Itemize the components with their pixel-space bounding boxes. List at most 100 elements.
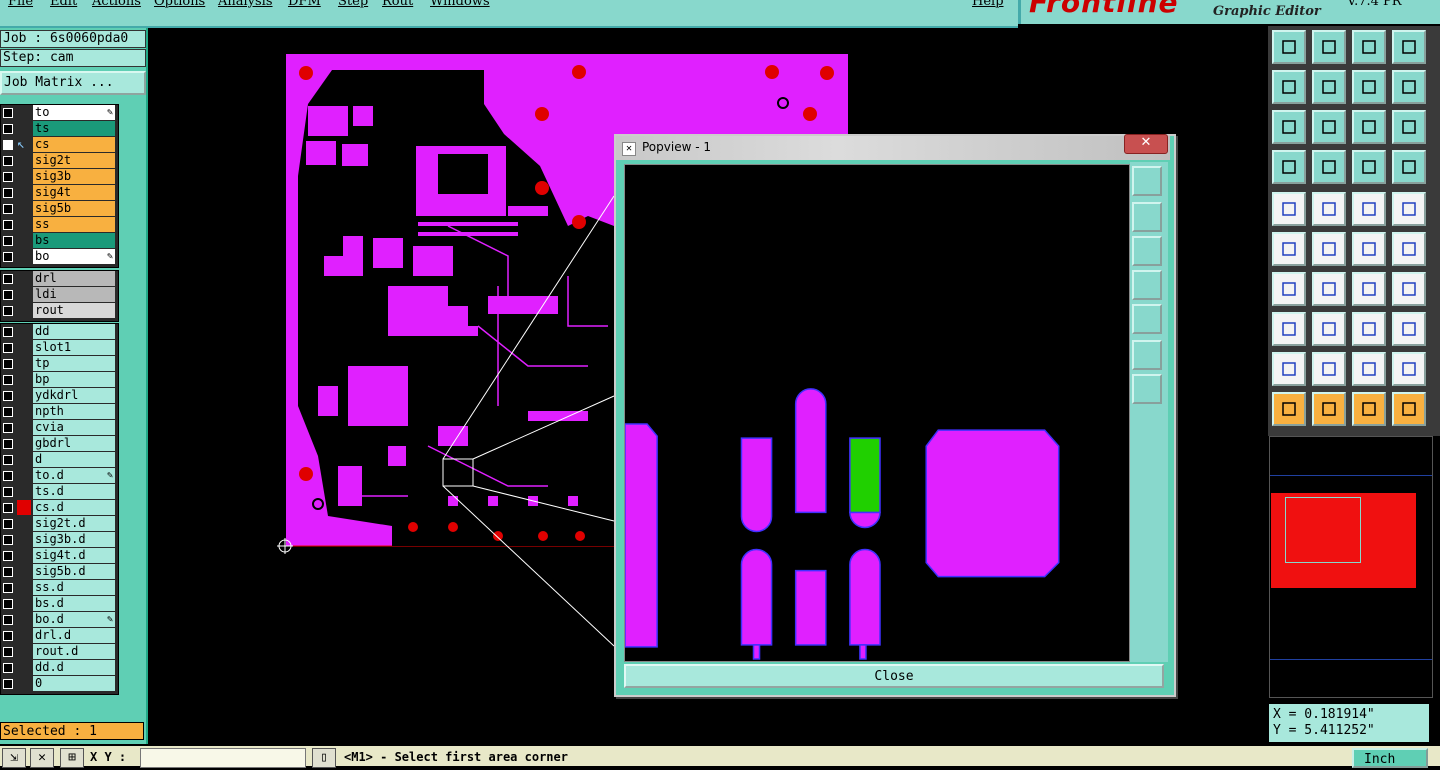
layer-checkbox[interactable] [3,423,13,433]
select-pad-icon[interactable] [1272,312,1306,346]
line-icon[interactable] [1312,192,1346,226]
layer-row-dd[interactable]: dd [1,324,118,340]
menu-analysis[interactable]: Analysis [218,0,273,9]
layer-checkbox[interactable] [3,583,13,593]
layer-checkbox[interactable] [3,455,13,465]
popview-titlebar[interactable]: ✕ Popview - 1 ✕ [616,134,1170,160]
pan-right-icon[interactable] [1132,304,1162,334]
layer-row-sig3b-d[interactable]: sig3b.d [1,532,118,548]
layer-row-to-d[interactable]: to.d ✎ [1,468,118,484]
layer-row-drl-d[interactable]: drl.d [1,628,118,644]
xy-input[interactable] [140,748,306,768]
layer-name[interactable]: rout.d [33,644,115,659]
layer-checkbox[interactable] [3,487,13,497]
zoom-home-icon[interactable] [1132,166,1162,196]
pad-icon[interactable] [1392,192,1426,226]
layer-name[interactable]: drl.d [33,628,115,643]
layer-checkbox[interactable] [3,124,13,134]
net-icon[interactable] [1272,232,1306,266]
box-select-icon[interactable] [1312,392,1346,426]
layer-name[interactable]: sig3b.d [33,532,115,547]
layer-name[interactable]: ts.d [33,484,115,499]
layer-name[interactable]: bo ✎ [33,249,115,264]
layer-checkbox[interactable] [3,290,13,300]
layer-checkbox[interactable] [3,375,13,385]
layer-name[interactable]: sig2t [33,153,115,168]
layer-name[interactable]: ts [33,121,115,136]
units-button[interactable]: Inch [1352,748,1428,768]
layer-name[interactable]: cs.d [33,500,115,515]
layer-checkbox[interactable] [3,108,13,118]
overview-map[interactable] [1269,436,1433,698]
pan-left-icon[interactable] [1132,270,1162,300]
close-icon[interactable]: ✕ [1124,134,1168,154]
layer-checkbox[interactable] [3,407,13,417]
grid-icon[interactable] [1312,150,1346,184]
layer-row-bp[interactable]: bp [1,372,118,388]
overview-viewport[interactable] [1285,497,1361,563]
layer-name[interactable]: cvia [33,420,115,435]
layer-row-dd-d[interactable]: dd.d [1,660,118,676]
measure-icon[interactable] [1392,150,1426,184]
layer-checkbox[interactable] [3,391,13,401]
layer-down-icon[interactable] [1312,30,1346,64]
layer-up-icon[interactable] [1272,30,1306,64]
layer-name[interactable]: ss.d [33,580,115,595]
arrow-tool-icon[interactable]: ⇲ [2,748,26,768]
popview-canvas[interactable] [624,164,1130,662]
snap-select-icon[interactable] [1392,392,1426,426]
layer-name[interactable]: bs [33,233,115,248]
layer-name[interactable]: npth [33,404,115,419]
layer-name[interactable]: 0 [33,676,115,691]
cross-tool-icon[interactable]: ✕ [30,748,54,768]
layer-checkbox[interactable] [3,156,13,166]
triangle-icon[interactable] [1272,352,1306,386]
layer-checkbox[interactable] [3,631,13,641]
layer-name[interactable]: sig5b.d [33,564,115,579]
layer-name[interactable]: sig3b [33,169,115,184]
layer-name[interactable]: ss [33,217,115,232]
layer-checkbox[interactable] [3,188,13,198]
layer-checkbox[interactable] [3,359,13,369]
fit-icon[interactable] [1392,30,1426,64]
diagonal-icon[interactable] [1312,272,1346,306]
layer-checkbox[interactable] [3,535,13,545]
copy-icon[interactable] [1392,312,1426,346]
zoom-fit-icon[interactable] [1272,110,1306,144]
layer-checkbox[interactable] [3,599,13,609]
layer-row-sig5b[interactable]: sig5b [1,201,118,217]
menu-help[interactable]: Help [972,0,1004,9]
arrow-up-icon[interactable] [1392,352,1426,386]
layer-row-ts-d[interactable]: ts.d [1,484,118,500]
snap-icon[interactable] [1352,150,1386,184]
job-matrix-button[interactable]: Job Matrix ... [0,71,146,95]
layer-name[interactable]: to.d ✎ [33,468,115,483]
layer-row-tp[interactable]: tp [1,356,118,372]
layer-name[interactable]: drl [33,271,115,286]
dash-icon[interactable] [1312,312,1346,346]
resize-icon[interactable] [1352,312,1386,346]
next-icon[interactable] [1312,70,1346,104]
help-icon[interactable] [1392,110,1426,144]
layer-row-sig4t[interactable]: sig4t [1,185,118,201]
layer-checkbox[interactable] [3,503,13,513]
layer-name[interactable]: dd [33,324,115,339]
ruler-icon[interactable] [1352,192,1386,226]
layer-row-cs[interactable]: ↖ cs [1,137,118,153]
layer-name[interactable]: cs [33,137,115,152]
layer-name[interactable]: bp [33,372,115,387]
pan-down-icon[interactable] [1132,236,1162,266]
home-icon[interactable] [1352,30,1386,64]
menu-windows[interactable]: Windows [430,0,490,9]
connect-icon[interactable] [1352,232,1386,266]
layer-name[interactable]: sig4t.d [33,548,115,563]
spline-icon[interactable] [1312,352,1346,386]
rotate-icon[interactable] [1352,272,1386,306]
angle-icon[interactable] [1272,272,1306,306]
layer-row-bo-d[interactable]: bo.d ✎ [1,612,118,628]
layer-row-bo[interactable]: bo ✎ [1,249,118,265]
layer-row-sig3b[interactable]: sig3b [1,169,118,185]
menu-step[interactable]: Step [338,0,368,9]
close-button[interactable]: Close [624,664,1164,688]
layer-row-ldi[interactable]: ldi [1,287,118,303]
